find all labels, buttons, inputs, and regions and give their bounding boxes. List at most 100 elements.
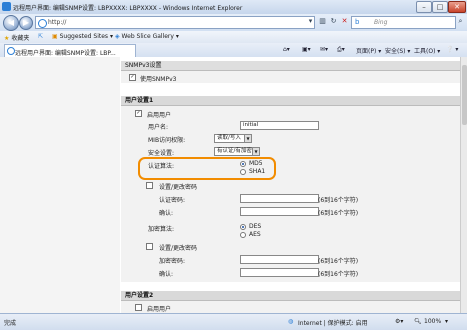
use-snmpv3-checkbox[interactable]: ✓ <box>129 74 136 81</box>
user2-panel: 启用用户 <box>121 301 460 313</box>
home-icon[interactable]: ⌂▾ <box>283 46 290 53</box>
globe-icon: ◍ <box>288 318 294 325</box>
address-row: ◀ ▶ http:// ▾ ▥ ↻ ✕ b Bing ⌕ <box>0 14 467 31</box>
user1-section: 用户设置1 <box>121 96 460 106</box>
scrollbar-thumb[interactable] <box>462 65 467 125</box>
url-text: http:// <box>48 19 67 26</box>
chevron-down-icon: ▼ <box>244 135 251 142</box>
set-enc-password-checkbox[interactable] <box>146 243 153 250</box>
encryption-algorithm-label: 加密算法: <box>148 226 175 233</box>
mib-access-label: MIB访问权限: <box>148 137 186 144</box>
enable-user2-checkbox[interactable] <box>135 304 142 311</box>
window-title: 远程用户界面: 编辑SNMP设置: LBPXXXX: LBPXXXX - Win… <box>13 5 243 12</box>
help-menu[interactable]: ❔ ▾ <box>446 46 458 53</box>
security-value: 有认证/有加密 <box>217 148 252 154</box>
snmpv3-header: SNMPv3设置 <box>121 61 460 71</box>
web-slice-gallery-link[interactable]: ◈ Web Slice Gallery ▾ <box>115 33 179 40</box>
web-slice-icon: ◈ <box>115 33 120 40</box>
enc-des-label: DES <box>249 223 262 230</box>
enc-password-hint: (6到16个字符) <box>318 258 359 265</box>
forward-button[interactable]: ▶ <box>19 16 33 30</box>
favorites-button[interactable]: ★ 收藏夹 <box>4 33 29 42</box>
print-icon[interactable]: ⎙▾ <box>337 46 345 54</box>
ie-icon <box>2 2 11 11</box>
dropdown-arrow-icon[interactable]: ▾ <box>306 17 315 26</box>
rss-icon: ▣ <box>52 33 58 40</box>
set-auth-password-label: 设置/更改密码 <box>159 184 198 191</box>
enc-password-input[interactable] <box>240 255 319 264</box>
chevron-down-icon: ▼ <box>252 148 259 155</box>
maximize-button[interactable]: □ <box>432 1 448 13</box>
search-placeholder: Bing <box>374 19 388 26</box>
username-label: 用户名: <box>148 124 169 131</box>
user1-panel: ✓ 启用用户 用户名: initial MIB访问权限: 读取/写入 ▼ 安全设… <box>121 106 460 282</box>
back-button[interactable]: ◀ <box>3 15 19 31</box>
bing-icon: b <box>355 18 360 26</box>
add-favorite-icon[interactable]: ⇱ <box>38 33 43 40</box>
enable-user2-label: 启用用户 <box>147 306 172 313</box>
left-navigation-pane <box>0 57 120 313</box>
close-button[interactable]: ✕ <box>448 1 466 13</box>
minimize-button[interactable]: – <box>416 1 432 13</box>
user1-header: 用户设置1 <box>121 96 460 106</box>
auth-confirm-input[interactable] <box>240 207 319 216</box>
page-icon <box>38 19 47 28</box>
zoom-dropdown-icon[interactable]: ▾ <box>445 318 448 325</box>
mail-icon[interactable]: ✉▾ <box>320 46 328 53</box>
auth-password-hint: (6到16个字符) <box>318 197 359 204</box>
enc-aes-radio[interactable] <box>240 232 246 238</box>
refresh-icon[interactable]: ↻ <box>329 17 338 26</box>
status-bar: 完成 ◍ Internet | 保护模式: 启用 ⚙▾ 🔍︎ 100% ▾ <box>0 313 467 330</box>
zoom-level[interactable]: 100% <box>424 318 441 325</box>
star-icon: ★ <box>4 35 10 42</box>
stop-icon[interactable]: ✕ <box>340 17 349 26</box>
safety-menu[interactable]: 安全(S) ▾ <box>385 46 410 55</box>
zoom-icon[interactable]: 🔍︎ <box>414 318 422 325</box>
auth-algorithm-highlight <box>138 157 276 180</box>
enc-aes-label: AES <box>249 231 261 238</box>
compatibility-icon[interactable]: ▥ <box>318 17 327 26</box>
auth-password-label: 认证密码: <box>159 197 186 204</box>
use-snmpv3-label: 使用SNMPv3 <box>140 76 177 83</box>
mib-access-select[interactable]: 读取/写入 ▼ <box>214 134 252 143</box>
enc-password-label: 加密密码: <box>159 258 186 265</box>
tab-page-icon <box>7 47 15 55</box>
search-icon[interactable]: ⌕ <box>456 17 465 26</box>
security-select[interactable]: 有认证/有加密 ▼ <box>214 147 260 156</box>
address-input[interactable]: http:// <box>35 16 315 29</box>
auth-password-input[interactable] <box>240 194 319 203</box>
tab-current[interactable]: 远程用户界面: 编辑SNMP设置: LBP... <box>4 44 136 57</box>
feeds-icon[interactable]: ▣▾ <box>302 46 311 53</box>
enc-des-radio[interactable] <box>240 224 246 230</box>
page-menu[interactable]: 页面(P) ▾ <box>356 46 381 55</box>
enc-confirm-hint: (6到16个字符) <box>318 271 359 278</box>
suggested-sites-label: Suggested Sites ▾ <box>59 33 113 40</box>
auth-confirm-label: 确认: <box>159 210 174 217</box>
user2-header: 用户设置2 <box>121 291 460 301</box>
username-input[interactable]: initial <box>240 121 319 130</box>
user2-section: 用户设置2 <box>121 291 460 301</box>
tools-menu[interactable]: 工具(O) ▾ <box>414 46 440 55</box>
page-content: SNMPv3设置 ✓ 使用SNMPv3 用户设置1 ✓ 启用用户 用户名: in… <box>0 57 460 313</box>
auth-confirm-hint: (6到16个字符) <box>318 210 359 217</box>
security-label: 安全设置: <box>148 150 175 157</box>
favorites-label: 收藏夹 <box>11 35 30 42</box>
security-zone[interactable]: Internet | 保护模式: 启用 <box>298 318 368 327</box>
enable-user1-label: 启用用户 <box>147 112 172 119</box>
enc-confirm-input[interactable] <box>240 268 319 277</box>
vertical-scrollbar[interactable] <box>460 57 467 313</box>
status-text: 完成 <box>4 320 17 327</box>
enable-user1-checkbox[interactable]: ✓ <box>135 110 142 117</box>
suggested-sites-link[interactable]: ▣ Suggested Sites ▾ <box>52 33 113 40</box>
snmpv3-section: SNMPv3设置 ✓ 使用SNMPv3 <box>121 61 460 83</box>
set-enc-password-label: 设置/更改密码 <box>159 245 198 252</box>
web-slice-label: Web Slice Gallery ▾ <box>121 33 179 40</box>
search-input[interactable]: b Bing <box>351 16 456 29</box>
enc-confirm-label: 确认: <box>159 271 174 278</box>
tab-title: 远程用户界面: 编辑SNMP设置: LBP... <box>15 50 116 57</box>
mib-access-value: 读取/写入 <box>217 135 241 141</box>
set-auth-password-checkbox[interactable] <box>146 182 153 189</box>
title-bar: 远程用户界面: 编辑SNMP设置: LBPXXXX: LBPXXXX - Win… <box>0 0 467 15</box>
snmpv3-panel: ✓ 使用SNMPv3 <box>121 71 460 83</box>
protected-mode-icon[interactable]: ⚙▾ <box>395 318 403 325</box>
